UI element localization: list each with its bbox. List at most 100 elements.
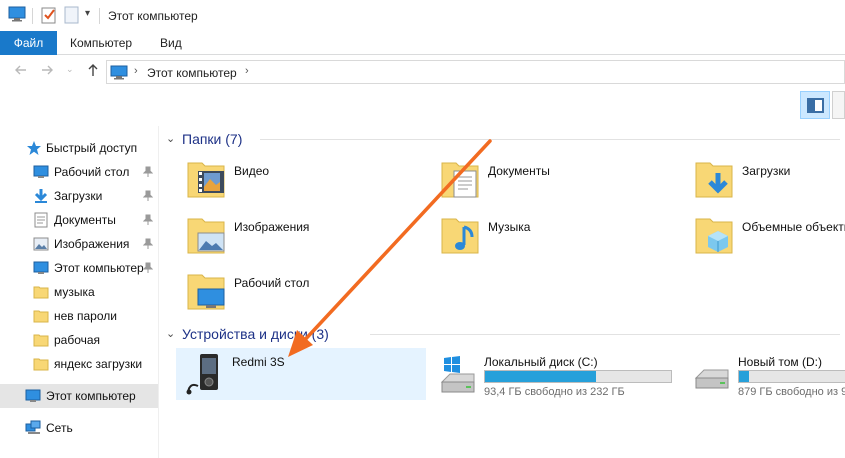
- folder-label: Музыка: [488, 220, 531, 234]
- drive-d[interactable]: Новый том (D:) 879 ГБ свободно из 931 ГБ: [682, 348, 845, 400]
- folder-3d-objects[interactable]: Объемные объекты: [694, 213, 845, 263]
- pin-icon[interactable]: [143, 262, 153, 274]
- sidebar-item-label: Этот компьютер: [54, 261, 144, 275]
- drive-free-space: 93,4 ГБ свободно из 232 ГБ: [484, 386, 625, 398]
- folder-label: Объемные объекты: [742, 220, 845, 234]
- folder-label: Изображения: [234, 220, 310, 234]
- folder-pictures[interactable]: Изображения: [186, 213, 436, 263]
- drive-icon: [694, 369, 729, 389]
- tab-file[interactable]: Файл: [0, 31, 57, 55]
- device-redmi-3s[interactable]: Redmi 3S: [176, 348, 426, 400]
- sidebar-item-label: рабочая: [54, 333, 101, 347]
- drive-usage-fill: [485, 371, 596, 382]
- video-folder-icon: [187, 162, 225, 198]
- section-title: Устройства и диски (3): [182, 326, 329, 342]
- drive-usage-bar: [738, 370, 845, 383]
- folder-label: Документы: [488, 164, 550, 178]
- device-label: Redmi 3S: [232, 355, 285, 369]
- pin-icon[interactable]: [143, 166, 153, 178]
- chevron-down-icon[interactable]: ⌄: [166, 132, 175, 145]
- section-divider: [260, 139, 840, 140]
- address-bar[interactable]: › Этот компьютер ›: [106, 60, 845, 84]
- pin-icon[interactable]: [143, 238, 153, 250]
- back-button[interactable]: [14, 63, 28, 81]
- new-folder-icon[interactable]: [64, 6, 80, 24]
- star-icon: [27, 141, 41, 155]
- sidebar-item-music[interactable]: музыка: [0, 280, 158, 304]
- properties-icon[interactable]: [41, 6, 57, 24]
- forward-arrow-icon: [42, 65, 53, 75]
- sidebar-item-label: яндекс загрузки: [54, 357, 143, 371]
- pictures-icon: [33, 237, 49, 251]
- computer-icon: [25, 389, 41, 402]
- drive-label: Новый том (D:): [738, 355, 822, 369]
- section-title: Папки (7): [182, 131, 243, 147]
- computer-icon[interactable]: [8, 6, 26, 22]
- 3d-objects-folder-icon: [695, 218, 733, 254]
- sidebar-item-label: Загрузки: [54, 189, 103, 203]
- sidebar-item-yandex-downloads[interactable]: яндекс загрузки: [0, 352, 158, 376]
- desktop-folder-icon: [187, 274, 225, 310]
- network-icon: [25, 420, 41, 434]
- forward-button[interactable]: [40, 63, 54, 81]
- tab-view[interactable]: Вид: [160, 31, 182, 55]
- address-path[interactable]: Этот компьютер: [147, 66, 237, 80]
- sidebar-item-nev-paroli[interactable]: нев пароли: [0, 304, 158, 328]
- sidebar-item-desktop[interactable]: Рабочий стол: [0, 160, 158, 184]
- folder-downloads[interactable]: Загрузки: [694, 157, 845, 207]
- navigation-pane: Быстрый доступ Рабочий стол Загрузки Док…: [0, 126, 160, 458]
- computer-icon: [110, 65, 128, 80]
- sidebar-item-rabochaya[interactable]: рабочая: [0, 328, 158, 352]
- title-bar: ▾ Этот компьютер: [0, 0, 845, 30]
- folder-label: Видео: [234, 164, 270, 178]
- sidebar-item-this-pc[interactable]: Этот компьютер: [0, 384, 158, 408]
- divider: [99, 8, 100, 24]
- folder-icon: [33, 310, 49, 323]
- preview-pane-toggle[interactable]: [800, 91, 830, 119]
- folder-desktop[interactable]: Рабочий стол: [186, 269, 436, 319]
- sidebar-item-network[interactable]: Сеть: [0, 416, 158, 440]
- chevron-right-icon[interactable]: ›: [134, 65, 138, 77]
- drive-usage-fill: [739, 371, 749, 382]
- folder-icon: [33, 358, 49, 371]
- drive-free-space: 879 ГБ свободно из 931 ГБ: [738, 386, 845, 398]
- window-title: Этот компьютер: [108, 9, 198, 23]
- folder-music[interactable]: Музыка: [440, 213, 690, 263]
- back-arrow-icon: [15, 65, 26, 75]
- ribbon-tabs: Файл Компьютер Вид: [0, 31, 845, 55]
- folder-icon: [33, 286, 49, 299]
- documents-folder-icon: [441, 162, 479, 198]
- folder-label: Загрузки: [742, 164, 791, 178]
- customize-quick-access-icon[interactable]: ▾: [85, 8, 90, 19]
- sidebar-item-quick-access[interactable]: Быстрый доступ: [0, 136, 158, 160]
- chevron-down-icon[interactable]: ⌄: [166, 327, 175, 340]
- sidebar-item-documents[interactable]: Документы: [0, 208, 158, 232]
- divider: [32, 8, 33, 24]
- pictures-folder-icon: [187, 218, 225, 254]
- drive-c[interactable]: Локальный диск (C:) 93,4 ГБ свободно из …: [428, 348, 678, 400]
- sidebar-item-label: нев пароли: [54, 309, 117, 323]
- pin-icon[interactable]: [143, 214, 153, 226]
- pane-layout-icon: [807, 98, 824, 113]
- folder-documents[interactable]: Документы: [440, 157, 690, 207]
- sidebar-item-label: Этот компьютер: [46, 389, 136, 403]
- folder-icon: [33, 334, 49, 347]
- download-icon: [34, 189, 48, 203]
- up-button[interactable]: [86, 63, 100, 81]
- music-folder-icon: [441, 218, 479, 254]
- chevron-down-icon: ⌄: [66, 64, 74, 74]
- sidebar-item-pictures[interactable]: Изображения: [0, 232, 158, 256]
- desktop-icon: [33, 165, 49, 178]
- details-pane-toggle[interactable]: [832, 91, 845, 119]
- folder-video[interactable]: Видео: [186, 157, 436, 207]
- sidebar-item-label: Рабочий стол: [54, 165, 130, 179]
- chevron-right-icon[interactable]: ›: [245, 65, 249, 77]
- sidebar-item-downloads[interactable]: Загрузки: [0, 184, 158, 208]
- windows-drive-icon: [440, 356, 475, 393]
- sidebar-item-label: Документы: [54, 213, 116, 227]
- drive-label: Локальный диск (C:): [484, 355, 598, 369]
- sidebar-item-this-pc-pinned[interactable]: Этот компьютер: [0, 256, 158, 280]
- recent-locations-button[interactable]: ⌄: [66, 64, 74, 75]
- pin-icon[interactable]: [143, 190, 153, 202]
- tab-computer[interactable]: Компьютер: [70, 31, 132, 55]
